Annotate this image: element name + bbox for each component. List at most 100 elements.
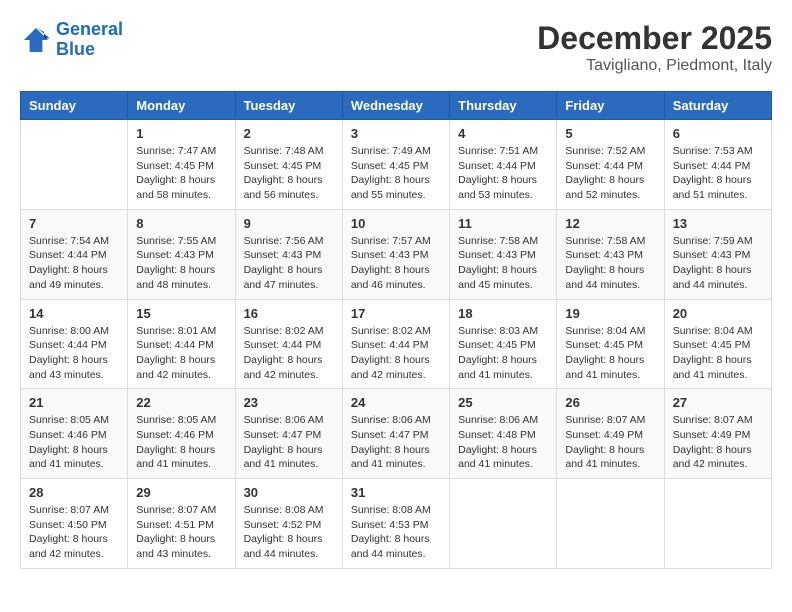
col-header-tuesday: Tuesday	[235, 92, 342, 120]
calendar-cell: 21 Sunrise: 8:05 AMSunset: 4:46 PMDayligh…	[21, 389, 128, 479]
day-number: 26	[565, 395, 655, 410]
cell-content: Sunrise: 8:00 AMSunset: 4:44 PMDaylight:…	[29, 324, 119, 383]
calendar-week-3: 14Sunrise: 8:00 AMSunset: 4:44 PMDayligh…	[21, 299, 772, 389]
cell-content: Sunrise: 8:05 AMSunset: 4:46 PMDaylight:…	[29, 413, 119, 472]
day-number: 6	[673, 126, 763, 141]
cell-content: Sunrise: 7:51 AMSunset: 4:44 PMDaylight:…	[458, 144, 548, 203]
cell-content: Sunrise: 8:07 AMSunset: 4:50 PMDaylight:…	[29, 503, 119, 562]
logo-blue: Blue	[56, 40, 123, 60]
calendar-cell: 14Sunrise: 8:00 AMSunset: 4:44 PMDayligh…	[21, 299, 128, 389]
calendar-cell: 8 Sunrise: 7:55 AMSunset: 4:43 PMDaylight…	[128, 209, 235, 299]
day-number: 2	[244, 126, 334, 141]
calendar-cell	[21, 120, 128, 210]
day-number: 27	[673, 395, 763, 410]
day-number: 19	[565, 306, 655, 321]
cell-content: Sunrise: 8:02 AMSunset: 4:44 PMDaylight:…	[244, 324, 334, 383]
day-number: 11	[458, 216, 548, 231]
page-header: General Blue December 2025 Tavigliano, P…	[20, 20, 772, 75]
col-header-monday: Monday	[128, 92, 235, 120]
calendar-cell: 28Sunrise: 8:07 AMSunset: 4:50 PMDayligh…	[21, 479, 128, 569]
calendar-week-1: 1 Sunrise: 7:47 AMSunset: 4:45 PMDaylight…	[21, 120, 772, 210]
cell-content: Sunrise: 8:03 AMSunset: 4:45 PMDaylight:…	[458, 324, 548, 383]
cell-content: Sunrise: 7:59 AMSunset: 4:43 PMDaylight:…	[673, 234, 763, 293]
day-number: 9	[244, 216, 334, 231]
calendar-cell: 3 Sunrise: 7:49 AMSunset: 4:45 PMDaylight…	[342, 120, 449, 210]
day-number: 8	[136, 216, 226, 231]
calendar-cell	[664, 479, 771, 569]
day-number: 7	[29, 216, 119, 231]
col-header-wednesday: Wednesday	[342, 92, 449, 120]
day-number: 21	[29, 395, 119, 410]
cell-content: Sunrise: 7:58 AMSunset: 4:43 PMDaylight:…	[458, 234, 548, 293]
day-number: 15	[136, 306, 226, 321]
calendar-cell: 18 Sunrise: 8:03 AMSunset: 4:45 PMDayligh…	[450, 299, 557, 389]
col-header-friday: Friday	[557, 92, 664, 120]
cell-content: Sunrise: 8:07 AMSunset: 4:49 PMDaylight:…	[673, 413, 763, 472]
calendar-cell: 19 Sunrise: 8:04 AMSunset: 4:45 PMDayligh…	[557, 299, 664, 389]
calendar-cell: 9Sunrise: 7:56 AMSunset: 4:43 PMDaylight…	[235, 209, 342, 299]
day-number: 17	[351, 306, 441, 321]
calendar-cell: 26 Sunrise: 8:07 AMSunset: 4:49 PMDayligh…	[557, 389, 664, 479]
day-number: 10	[351, 216, 441, 231]
calendar-cell: 27 Sunrise: 8:07 AMSunset: 4:49 PMDayligh…	[664, 389, 771, 479]
day-number: 24	[351, 395, 441, 410]
calendar-cell: 24 Sunrise: 8:06 AMSunset: 4:47 PMDayligh…	[342, 389, 449, 479]
calendar-cell: 4Sunrise: 7:51 AMSunset: 4:44 PMDaylight…	[450, 120, 557, 210]
day-number: 3	[351, 126, 441, 141]
calendar-cell: 11 Sunrise: 7:58 AMSunset: 4:43 PMDayligh…	[450, 209, 557, 299]
calendar-week-2: 7 Sunrise: 7:54 AMSunset: 4:44 PMDaylight…	[21, 209, 772, 299]
cell-content: Sunrise: 7:58 AMSunset: 4:43 PMDaylight:…	[565, 234, 655, 293]
day-number: 13	[673, 216, 763, 231]
cell-content: Sunrise: 7:53 AMSunset: 4:44 PMDaylight:…	[673, 144, 763, 203]
calendar-cell: 15 Sunrise: 8:01 AMSunset: 4:44 PMDayligh…	[128, 299, 235, 389]
col-header-sunday: Sunday	[21, 92, 128, 120]
cell-content: Sunrise: 8:05 AMSunset: 4:46 PMDaylight:…	[136, 413, 226, 472]
day-number: 30	[244, 485, 334, 500]
cell-content: Sunrise: 8:08 AMSunset: 4:53 PMDaylight:…	[351, 503, 441, 562]
calendar-cell: 5 Sunrise: 7:52 AMSunset: 4:44 PMDaylight…	[557, 120, 664, 210]
calendar-cell: 1 Sunrise: 7:47 AMSunset: 4:45 PMDaylight…	[128, 120, 235, 210]
location: Tavigliano, Piedmont, Italy	[537, 57, 772, 75]
calendar-week-5: 28Sunrise: 8:07 AMSunset: 4:50 PMDayligh…	[21, 479, 772, 569]
cell-content: Sunrise: 8:01 AMSunset: 4:44 PMDaylight:…	[136, 324, 226, 383]
cell-content: Sunrise: 7:54 AMSunset: 4:44 PMDaylight:…	[29, 234, 119, 293]
col-header-thursday: Thursday	[450, 92, 557, 120]
calendar-header-row: SundayMondayTuesdayWednesdayThursdayFrid…	[21, 92, 772, 120]
day-number: 18	[458, 306, 548, 321]
day-number: 12	[565, 216, 655, 231]
calendar-cell	[557, 479, 664, 569]
calendar-cell: 7 Sunrise: 7:54 AMSunset: 4:44 PMDaylight…	[21, 209, 128, 299]
cell-content: Sunrise: 8:06 AMSunset: 4:47 PMDaylight:…	[351, 413, 441, 472]
calendar-cell: 20Sunrise: 8:04 AMSunset: 4:45 PMDayligh…	[664, 299, 771, 389]
cell-content: Sunrise: 8:07 AMSunset: 4:51 PMDaylight:…	[136, 503, 226, 562]
calendar-cell: 6 Sunrise: 7:53 AMSunset: 4:44 PMDaylight…	[664, 120, 771, 210]
cell-content: Sunrise: 7:47 AMSunset: 4:45 PMDaylight:…	[136, 144, 226, 203]
calendar-cell: 10 Sunrise: 7:57 AMSunset: 4:43 PMDayligh…	[342, 209, 449, 299]
calendar-cell: 25Sunrise: 8:06 AMSunset: 4:48 PMDayligh…	[450, 389, 557, 479]
logo: General Blue	[20, 20, 123, 60]
cell-content: Sunrise: 8:07 AMSunset: 4:49 PMDaylight:…	[565, 413, 655, 472]
day-number: 23	[244, 395, 334, 410]
calendar-cell: 23 Sunrise: 8:06 AMSunset: 4:47 PMDayligh…	[235, 389, 342, 479]
day-number: 29	[136, 485, 226, 500]
cell-content: Sunrise: 8:02 AMSunset: 4:44 PMDaylight:…	[351, 324, 441, 383]
day-number: 5	[565, 126, 655, 141]
cell-content: Sunrise: 8:04 AMSunset: 4:45 PMDaylight:…	[565, 324, 655, 383]
logo-general: General	[56, 20, 123, 40]
day-number: 1	[136, 126, 226, 141]
calendar-cell: 2Sunrise: 7:48 AMSunset: 4:45 PMDaylight…	[235, 120, 342, 210]
day-number: 20	[673, 306, 763, 321]
calendar-cell: 12 Sunrise: 7:58 AMSunset: 4:43 PMDayligh…	[557, 209, 664, 299]
cell-content: Sunrise: 7:49 AMSunset: 4:45 PMDaylight:…	[351, 144, 441, 203]
calendar-cell: 30 Sunrise: 8:08 AMSunset: 4:52 PMDayligh…	[235, 479, 342, 569]
cell-content: Sunrise: 8:08 AMSunset: 4:52 PMDaylight:…	[244, 503, 334, 562]
calendar-week-4: 21 Sunrise: 8:05 AMSunset: 4:46 PMDayligh…	[21, 389, 772, 479]
calendar-cell: 31Sunrise: 8:08 AMSunset: 4:53 PMDayligh…	[342, 479, 449, 569]
cell-content: Sunrise: 8:06 AMSunset: 4:47 PMDaylight:…	[244, 413, 334, 472]
cell-content: Sunrise: 7:57 AMSunset: 4:43 PMDaylight:…	[351, 234, 441, 293]
calendar-cell: 16Sunrise: 8:02 AMSunset: 4:44 PMDayligh…	[235, 299, 342, 389]
month-title: December 2025	[537, 20, 772, 57]
day-number: 22	[136, 395, 226, 410]
cell-content: Sunrise: 7:55 AMSunset: 4:43 PMDaylight:…	[136, 234, 226, 293]
cell-content: Sunrise: 7:52 AMSunset: 4:44 PMDaylight:…	[565, 144, 655, 203]
